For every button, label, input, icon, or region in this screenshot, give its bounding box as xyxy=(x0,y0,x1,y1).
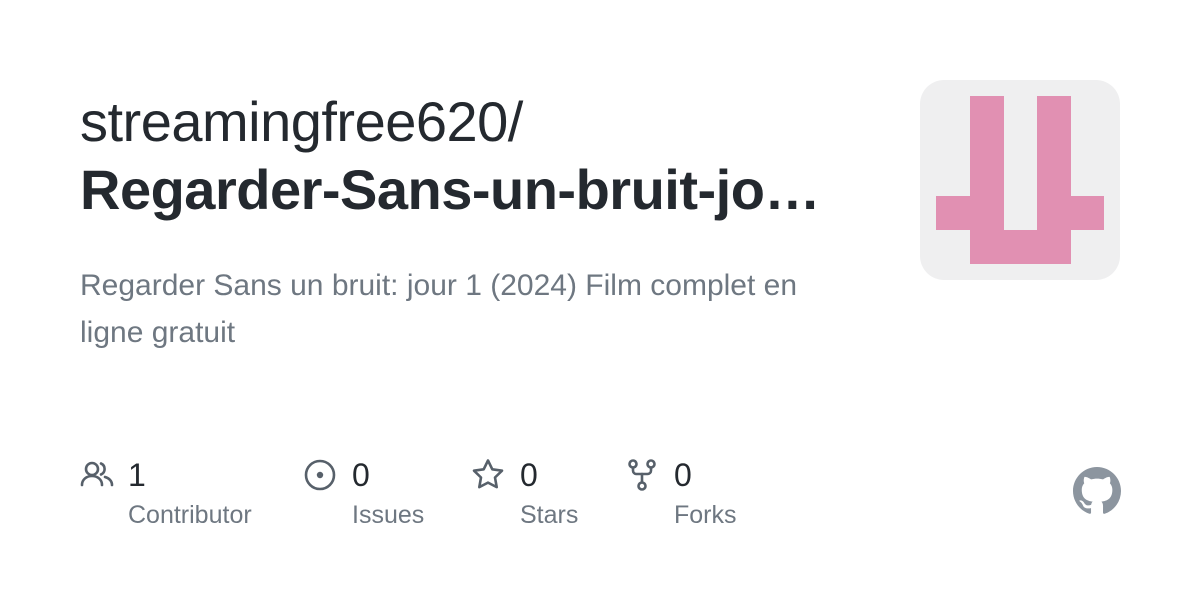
contributors-label: Contributor xyxy=(128,501,252,529)
stars-label: Stars xyxy=(520,501,579,529)
issues-count: 0 xyxy=(352,457,370,493)
repo-description: Regarder Sans un bruit: jour 1 (2024) Fi… xyxy=(80,269,798,349)
issue-opened-icon xyxy=(304,459,336,491)
star-icon xyxy=(472,459,504,489)
forks-label: Forks xyxy=(674,501,737,529)
issues-label: Issues xyxy=(352,501,425,529)
forks-count: 0 xyxy=(674,457,692,493)
repo-name[interactable]: Regarder-Sans-un-bruit-jour-1-2024-Film-… xyxy=(80,156,840,224)
github-mark-icon[interactable] xyxy=(1073,467,1121,515)
repo-forked-icon xyxy=(628,459,656,491)
repo-owner[interactable]: streamingfree620/ xyxy=(80,88,870,156)
repository-social-card: streamingfree620/ Regarder-Sans-un-bruit… xyxy=(0,0,1200,600)
stars-count: 0 xyxy=(520,457,538,493)
contributors-count: 1 xyxy=(128,457,146,493)
owner-avatar[interactable] xyxy=(920,80,1120,280)
repo-heading: streamingfree620/ Regarder-Sans-un-bruit… xyxy=(80,88,870,224)
people-icon xyxy=(80,461,114,487)
identicon-image xyxy=(936,96,1104,264)
